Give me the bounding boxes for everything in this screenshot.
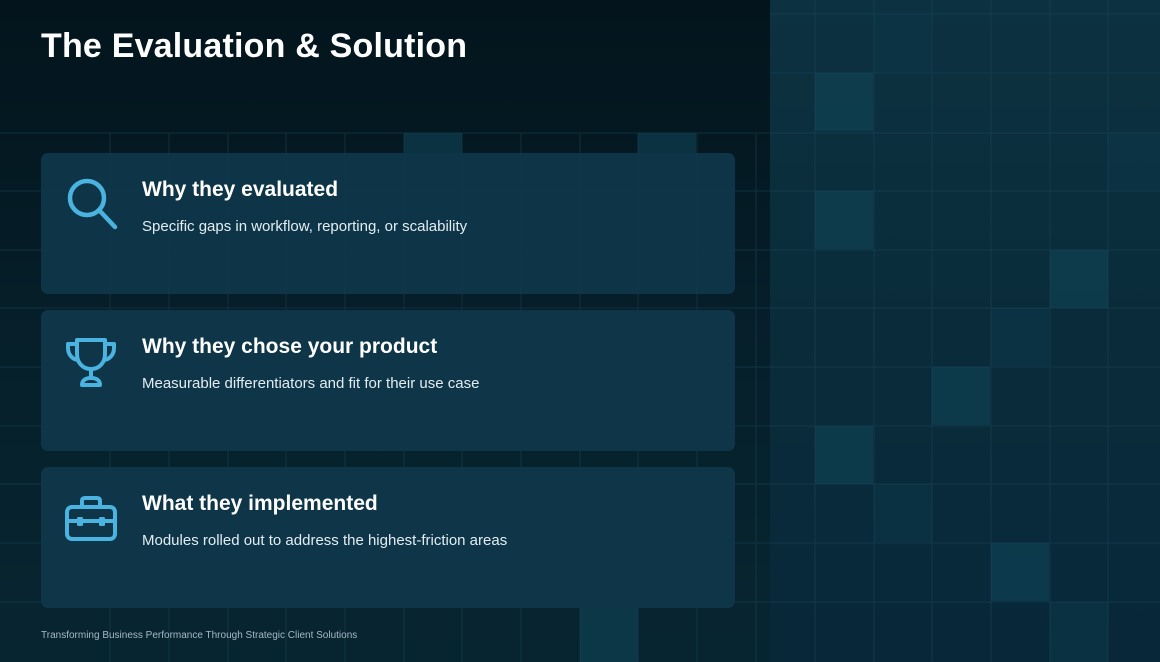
slide-footer: Transforming Business Performance Throug… xyxy=(41,630,358,641)
card-description: Modules rolled out to address the highes… xyxy=(142,532,508,549)
card-why-chose: Why they chose your product Measurable d… xyxy=(41,310,735,451)
card-what-implemented: What they implemented Modules rolled out… xyxy=(41,467,735,608)
magnifier-icon xyxy=(67,178,118,230)
card-description: Measurable differentiators and fit for t… xyxy=(142,375,480,392)
card-title: Why they evaluated xyxy=(142,178,339,201)
card-why-evaluated: Why they evaluated Specific gaps in work… xyxy=(41,153,735,294)
card-title: What they implemented xyxy=(142,492,378,515)
trophy-icon xyxy=(66,338,116,387)
slide-title: The Evaluation & Solution xyxy=(41,27,468,65)
card-description: Specific gaps in workflow, reporting, or… xyxy=(142,218,468,235)
card-title: Why they chose your product xyxy=(142,335,438,358)
toolbox-icon xyxy=(65,496,117,541)
